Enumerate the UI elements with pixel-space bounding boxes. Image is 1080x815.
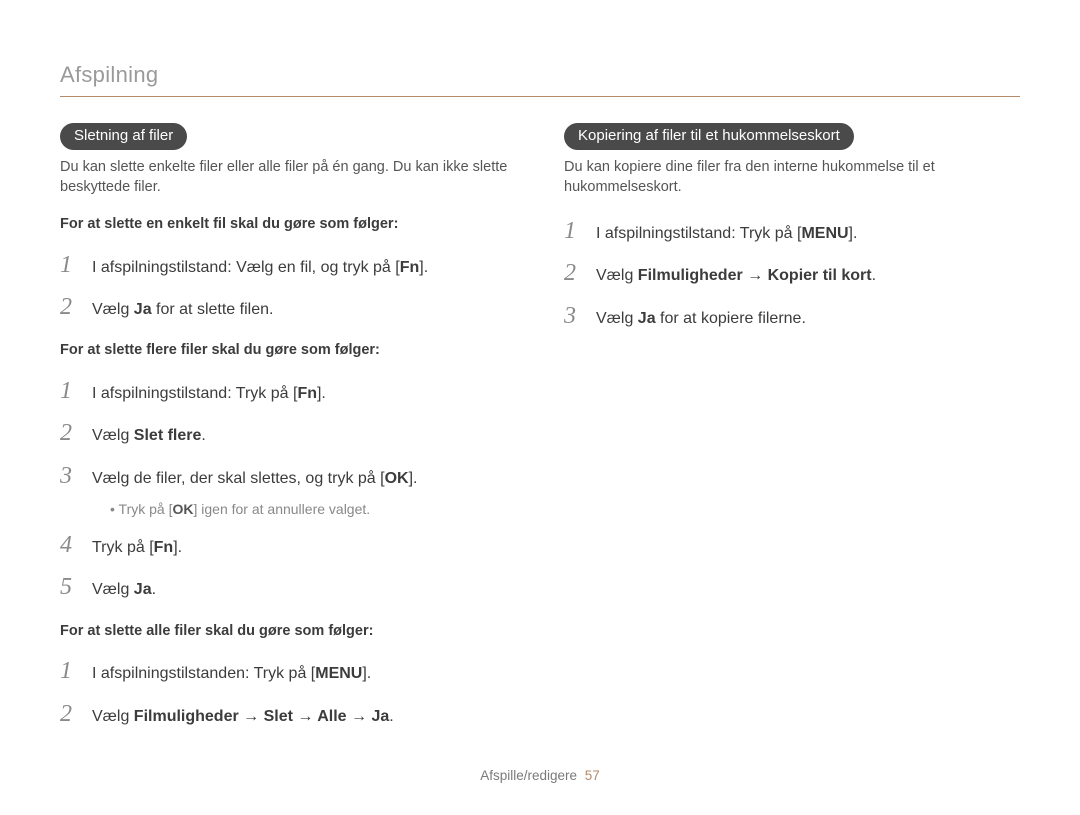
step-row: 5 Vælg Ja. — [60, 571, 516, 603]
step-pre: I afspilningstilstanden: Tryk på [ — [92, 665, 315, 682]
intro-text-left: Du kan slette enkelte filer eller alle f… — [60, 158, 516, 197]
step-row: 1 I afspilningstilstand: Vælg en fil, og… — [60, 249, 516, 281]
step-post: . — [872, 267, 876, 284]
step-row: 3 Vælg de filer, der skal slettes, og tr… — [60, 460, 516, 492]
step-pre: Vælg — [92, 301, 134, 318]
step-number: 1 — [60, 249, 78, 281]
step-text: Vælg Ja for at slette filen. — [92, 299, 516, 321]
page-number: 57 — [585, 768, 600, 783]
step-pre: Vælg — [92, 708, 134, 725]
step-text: Vælg Ja for at kopiere filerne. — [596, 308, 1020, 330]
step-number: 2 — [564, 257, 582, 289]
right-column: Kopiering af filer til et hukommelseskor… — [564, 123, 1020, 740]
section-title: Afspilning — [60, 60, 1020, 97]
menu-key: MENU — [801, 223, 848, 245]
step-row: 2 Vælg Ja for at slette filen. — [60, 291, 516, 323]
pill-delete-files: Sletning af filer — [60, 123, 187, 150]
step-text: Vælg Filmuligheder → Slet → Alle → Ja. — [92, 706, 516, 728]
page-footer: Afspille/redigere 57 — [0, 767, 1080, 785]
subhead-all: For at slette alle filer skal du gøre so… — [60, 622, 516, 642]
step-pre: Vælg de filer, der skal slettes, og tryk… — [92, 470, 385, 487]
ok-key: OK — [172, 500, 193, 519]
step-row: 4 Tryk på [Fn]. — [60, 529, 516, 561]
step-text: Vælg Filmuligheder → Kopier til kort. — [596, 265, 1020, 287]
step-post: ]. — [409, 470, 418, 487]
note-pre: • Tryk på [ — [110, 501, 172, 517]
step-row: 2 Vælg Filmuligheder → Kopier til kort. — [564, 257, 1020, 289]
step-pre: Tryk på [ — [92, 539, 154, 556]
menu-key: MENU — [315, 663, 362, 685]
step-number: 3 — [60, 460, 78, 492]
step-post: ]. — [849, 225, 858, 242]
fn-key: Fn — [154, 537, 174, 559]
step-text: Tryk på [Fn]. — [92, 537, 516, 559]
step-number: 1 — [60, 655, 78, 687]
step-post: . — [152, 581, 156, 598]
step-text: I afspilningstilstand: Tryk på [MENU]. — [596, 223, 1020, 245]
step-row: 1 I afspilningstilstand: Tryk på [MENU]. — [564, 215, 1020, 247]
step-pre: Vælg — [596, 267, 638, 284]
step-text: I afspilningstilstand: Vælg en fil, og t… — [92, 257, 516, 279]
step-post: ]. — [419, 259, 428, 276]
step-text: Vælg Slet flere. — [92, 425, 516, 447]
subhead-multiple: For at slette flere filer skal du gøre s… — [60, 341, 516, 361]
step-pre: Vælg — [92, 581, 134, 598]
substep-note: • Tryk på [OK] igen for at annullere val… — [110, 500, 516, 519]
step-number: 2 — [60, 698, 78, 730]
step-number: 2 — [60, 291, 78, 323]
step-pre: I afspilningstilstand: Vælg en fil, og t… — [92, 259, 400, 276]
step-row: 1 I afspilningstilstand: Tryk på [Fn]. — [60, 375, 516, 407]
step-pre: Vælg — [92, 427, 134, 444]
note-post: ] igen for at annullere valget. — [193, 501, 370, 517]
step-row: 2 Vælg Slet flere. — [60, 417, 516, 449]
intro-text-right: Du kan kopiere dine filer fra den intern… — [564, 158, 1020, 197]
step-number: 3 — [564, 300, 582, 332]
step-text: I afspilningstilstand: Tryk på [Fn]. — [92, 383, 516, 405]
step-post: . — [201, 427, 205, 444]
step-post: . — [389, 708, 393, 725]
step-row: 2 Vælg Filmuligheder → Slet → Alle → Ja. — [60, 698, 516, 730]
bold-text: Ja — [134, 301, 152, 318]
step-number: 4 — [60, 529, 78, 561]
step-post: ]. — [317, 385, 326, 402]
step-row: 1 I afspilningstilstanden: Tryk på [MENU… — [60, 655, 516, 687]
bold-text: Filmuligheder → Kopier til kort — [638, 267, 872, 284]
step-number: 2 — [60, 417, 78, 449]
step-text: Vælg de filer, der skal slettes, og tryk… — [92, 468, 516, 490]
bold-text: Filmuligheder → Slet → Alle → Ja — [134, 708, 389, 725]
step-pre: Vælg — [596, 310, 638, 327]
step-text: I afspilningstilstanden: Tryk på [MENU]. — [92, 663, 516, 685]
step-row: 3 Vælg Ja for at kopiere filerne. — [564, 300, 1020, 332]
step-text: Vælg Ja. — [92, 579, 516, 601]
step-pre: I afspilningstilstand: Tryk på [ — [596, 225, 801, 242]
step-number: 1 — [564, 215, 582, 247]
step-post: for at kopiere filerne. — [656, 310, 806, 327]
footer-label: Afspille/redigere — [480, 768, 577, 783]
step-post: ]. — [362, 665, 371, 682]
step-number: 1 — [60, 375, 78, 407]
fn-key: Fn — [400, 257, 420, 279]
fn-key: Fn — [297, 383, 317, 405]
left-column: Sletning af filer Du kan slette enkelte … — [60, 123, 516, 740]
step-post: for at slette filen. — [152, 301, 274, 318]
pill-copy-files: Kopiering af filer til et hukommelseskor… — [564, 123, 854, 150]
step-number: 5 — [60, 571, 78, 603]
subhead-single: For at slette en enkelt fil skal du gøre… — [60, 215, 516, 235]
bold-text: Ja — [638, 310, 656, 327]
content-columns: Sletning af filer Du kan slette enkelte … — [60, 123, 1020, 740]
bold-text: Slet flere — [134, 427, 202, 444]
step-pre: I afspilningstilstand: Tryk på [ — [92, 385, 297, 402]
ok-key: OK — [385, 468, 409, 490]
step-post: ]. — [173, 539, 182, 556]
bold-text: Ja — [134, 581, 152, 598]
